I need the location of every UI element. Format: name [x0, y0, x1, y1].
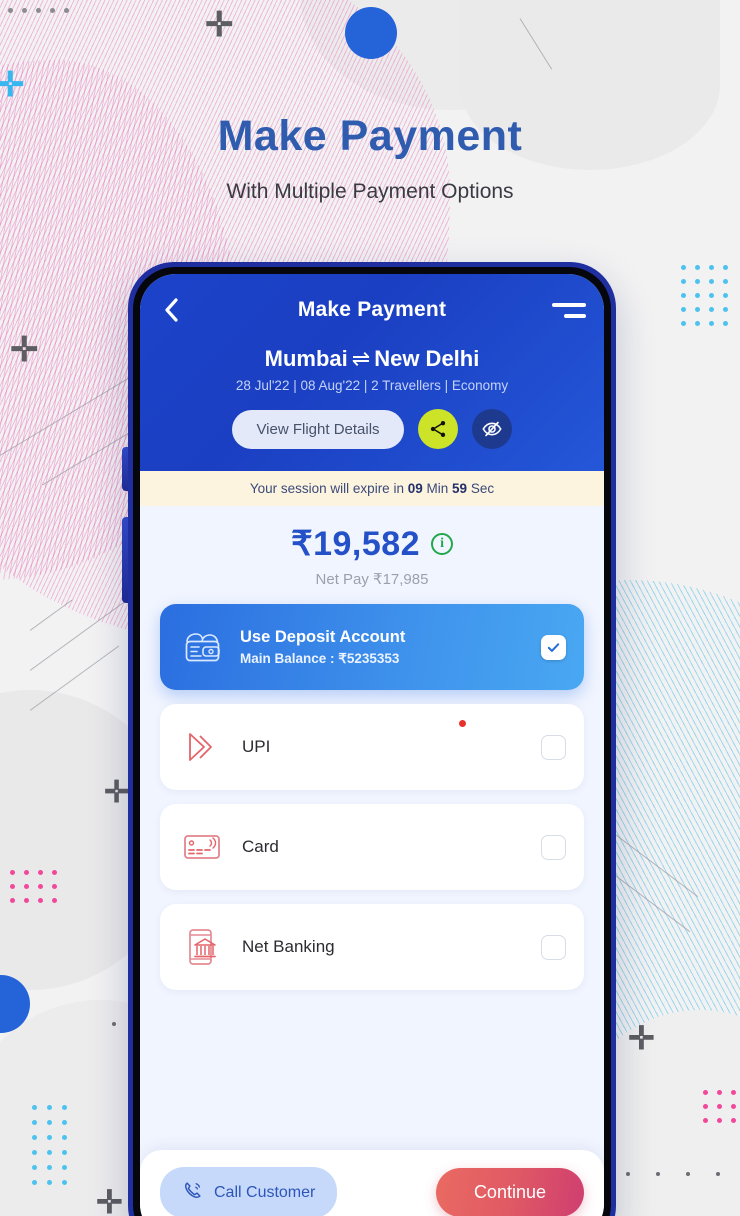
payment-option-title: Use Deposit Account — [240, 627, 406, 646]
fare-net-pay: Net Pay ₹17,985 — [315, 571, 429, 588]
decor-dotgrid-grey-bottomright — [626, 1172, 720, 1176]
fare-total-amount: ₹19,582 — [290, 525, 421, 563]
decor-plus-dark-bottomleft: ✛ — [96, 1184, 123, 1216]
trip-details: 28 Jul'22 | 08 Aug'22 | 2 Travellers | E… — [235, 378, 509, 393]
payment-method-list: Use Deposit Account Main Balance : ₹5235… — [140, 604, 604, 990]
page-title: Make Payment — [217, 112, 523, 160]
payment-option-subtitle: Main Balance : ₹5235353 — [240, 650, 400, 666]
app-header-title: Make Payment — [297, 298, 447, 321]
payment-option-card[interactable]: Card — [160, 804, 584, 890]
bottom-action-bar: Call Customer Continue — [140, 1150, 604, 1216]
decor-grey-circle-top — [300, 0, 600, 110]
decor-plus-dark-top: ✛ — [205, 6, 234, 44]
decor-diagonal-lines-right — [610, 820, 740, 1050]
page-subtitle: With Multiple Payment Options — [226, 180, 514, 203]
session-seconds-unit: Sec — [470, 481, 495, 496]
decor-plus-dark-midleft: ✛ — [104, 776, 130, 809]
share-icon[interactable] — [417, 409, 458, 449]
payment-option-title: Net Banking — [242, 937, 335, 956]
session-minutes: 09 — [407, 481, 423, 496]
credit-card-icon — [178, 832, 228, 862]
phone-screen: Make Payment Mumbai ⇌ New Delhi 28 Jul'22 … — [140, 274, 604, 1216]
app-header-topbar: Make Payment — [158, 290, 586, 330]
decor-plus-sky-left: ✛ — [0, 66, 25, 104]
route-swap-icon: ⇌ — [351, 346, 371, 371]
continue-button[interactable]: Continue — [435, 1168, 584, 1216]
session-seconds: 59 — [452, 481, 468, 496]
app-header: Make Payment Mumbai ⇌ New Delhi 28 Jul'22 … — [140, 274, 604, 471]
decor-dotgrid-pink-left — [10, 870, 57, 903]
fare-amount-row: ₹19,582 i — [140, 524, 604, 564]
wallet-icon — [178, 630, 228, 664]
checkbox-deposit-account[interactable] — [541, 634, 566, 660]
bank-mobile-icon — [178, 928, 228, 966]
phone-ring-icon — [182, 1179, 204, 1206]
hamburger-menu-icon[interactable] — [552, 302, 586, 318]
eye-off-icon[interactable] — [471, 409, 512, 449]
phone-power-button[interactable] — [122, 517, 128, 603]
payment-option-text: Use Deposit Account Main Balance : ₹5235… — [240, 628, 405, 667]
session-timer-bar: Your session will expire in 09 Min 59 Se… — [140, 471, 604, 506]
checkbox-upi[interactable] — [541, 734, 566, 760]
checkbox-card[interactable] — [541, 834, 566, 860]
decor-dotgrid-cyan-bottomleft — [32, 1105, 67, 1185]
decor-dot-single-left — [112, 1022, 116, 1026]
payment-option-title: Card — [242, 837, 279, 856]
call-customer-label: Call Customer — [214, 1183, 316, 1201]
decor-plus-dark-bottomright: ✛ — [628, 1020, 655, 1056]
new-badge-dot — [459, 720, 466, 727]
phone-mockup: Make Payment Mumbai ⇌ New Delhi 28 Jul'22 … — [122, 262, 616, 1216]
phone-volume-button[interactable] — [122, 447, 128, 491]
decor-blue-halfcircle — [0, 975, 30, 1033]
payment-option-net-banking[interactable]: Net Banking — [160, 904, 584, 990]
page-root: ✛ ✛ ✛ ✛ ✛ ✛ Make Payment With Multiple P… — [0, 0, 740, 1216]
decor-dotgrid-pink-bottomright — [703, 1090, 736, 1123]
payment-option-deposit-account[interactable]: Use Deposit Account Main Balance : ₹5235… — [160, 604, 584, 690]
upi-icon — [178, 730, 228, 764]
route-summary: Mumbai ⇌ New Delhi — [158, 346, 586, 372]
route-destination: New Delhi — [374, 346, 480, 371]
route-origin: Mumbai — [264, 346, 348, 371]
session-minutes-unit: Min — [426, 481, 449, 496]
call-customer-button[interactable]: Call Customer — [160, 1167, 338, 1216]
decor-plus-dark-left: ✛ — [10, 331, 39, 369]
decor-blue-circle — [345, 7, 397, 59]
decor-dotgrid-grey-topleft — [8, 8, 69, 13]
payment-option-upi[interactable]: UPI — [160, 704, 584, 790]
header-actions: View Flight Details — [158, 409, 586, 449]
phone-bezel: Make Payment Mumbai ⇌ New Delhi 28 Jul'22 … — [133, 267, 611, 1216]
view-flight-details-button[interactable]: View Flight Details — [232, 409, 404, 449]
decor-dotgrid-cyan-right — [681, 265, 728, 326]
session-prefix: Your session will expire in — [249, 481, 404, 496]
payment-option-title: UPI — [242, 737, 271, 756]
info-icon[interactable]: i — [431, 533, 454, 555]
fare-summary: ₹19,582 i Net Pay ₹17,985 — [140, 506, 604, 604]
checkbox-net-banking[interactable] — [541, 934, 566, 960]
